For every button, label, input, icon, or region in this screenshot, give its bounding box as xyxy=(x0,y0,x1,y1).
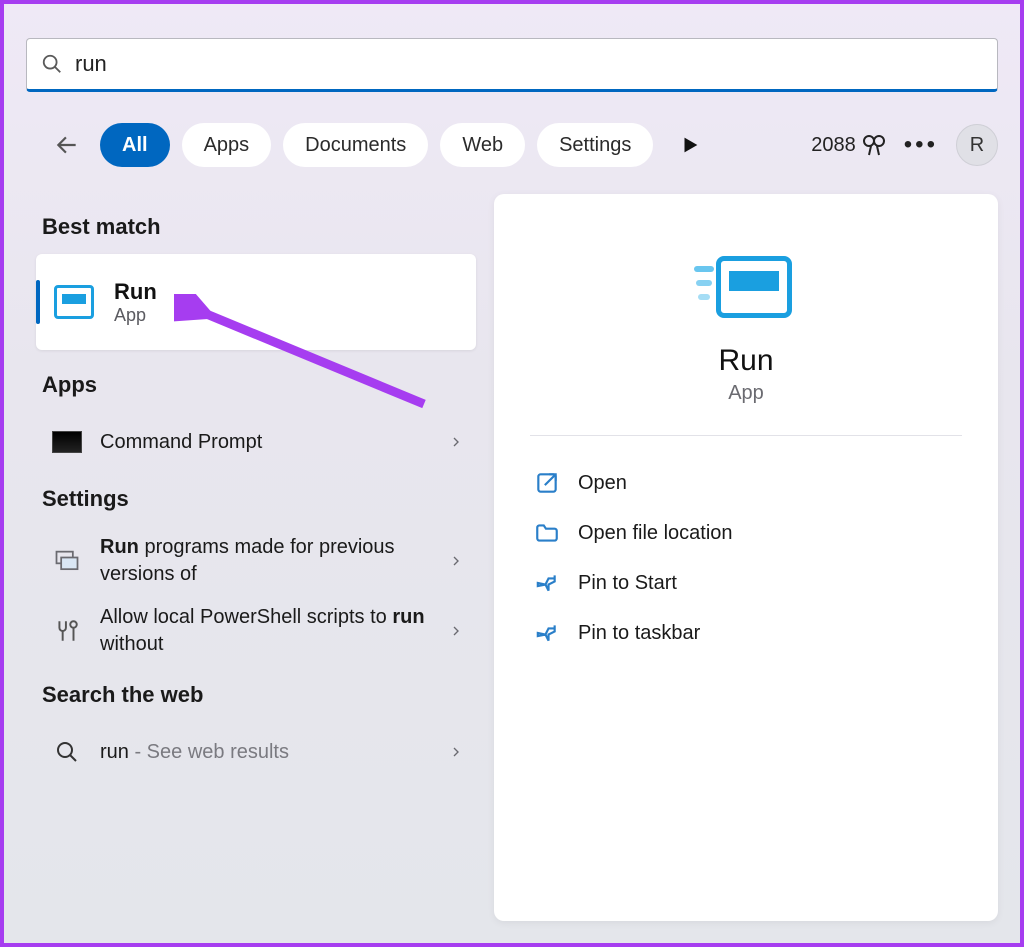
action-pin-to-start[interactable]: Pin to Start xyxy=(530,558,962,608)
app-result-label: Command Prompt xyxy=(100,429,448,456)
preview-subtitle: App xyxy=(530,382,962,405)
filter-tab-web[interactable]: Web xyxy=(440,123,525,167)
setting-result-powershell[interactable]: Allow local PowerShell scripts to run wi… xyxy=(36,596,476,666)
filter-tab-settings[interactable]: Settings xyxy=(537,123,653,167)
section-heading-apps: Apps xyxy=(42,372,476,398)
section-heading-settings: Settings xyxy=(42,486,476,512)
section-heading-web: Search the web xyxy=(42,682,476,708)
filter-tab-all[interactable]: All xyxy=(100,123,170,167)
chevron-right-icon xyxy=(448,553,464,569)
action-pin-to-taskbar[interactable]: Pin to taskbar xyxy=(530,608,962,658)
search-icon xyxy=(52,737,82,767)
chevron-right-icon xyxy=(448,744,464,760)
web-suffix: - See web results xyxy=(129,741,289,763)
action-label: Pin to taskbar xyxy=(578,622,700,645)
rewards-button[interactable]: 2088 xyxy=(811,133,886,157)
preview-pane: Run App Open Open file location Pin to S… xyxy=(494,194,998,921)
label-after: without xyxy=(100,633,163,655)
label-bold: run xyxy=(392,606,424,628)
best-match-title: Run xyxy=(114,279,157,305)
setting-result-label: Allow local PowerShell scripts to run wi… xyxy=(100,604,448,658)
command-prompt-icon xyxy=(52,431,82,453)
filter-tab-label: All xyxy=(122,134,148,157)
filter-row: All Apps Documents Web Settings 2088 •••… xyxy=(54,122,998,168)
preview-title: Run xyxy=(530,344,962,378)
best-match-text: Run App xyxy=(114,279,157,326)
action-open-file-location[interactable]: Open file location xyxy=(530,508,962,558)
run-app-icon xyxy=(54,285,94,319)
filter-tab-apps[interactable]: Apps xyxy=(182,123,272,167)
search-bar[interactable] xyxy=(26,38,998,92)
rewards-points: 2088 xyxy=(811,134,856,157)
chevron-right-icon xyxy=(448,623,464,639)
label-before: Allow local PowerShell scripts to xyxy=(100,606,392,628)
pin-icon xyxy=(534,620,560,646)
web-query: run xyxy=(100,741,129,763)
filter-tab-label: Web xyxy=(462,134,503,157)
rewards-medal-icon xyxy=(862,133,886,157)
web-result-label: run - See web results xyxy=(100,739,448,766)
action-label: Pin to Start xyxy=(578,572,677,595)
label-rest: programs made for previous versions of xyxy=(100,536,395,585)
search-input[interactable] xyxy=(75,51,983,77)
best-match-result[interactable]: Run App xyxy=(36,254,476,350)
results-column: Best match Run App Apps Command Prompt S… xyxy=(36,204,476,782)
setting-result-label: Run programs made for previous versions … xyxy=(100,534,448,588)
run-app-icon-large xyxy=(700,256,792,326)
filter-tab-documents[interactable]: Documents xyxy=(283,123,428,167)
profile-avatar[interactable]: R xyxy=(956,124,998,166)
avatar-initial: R xyxy=(970,134,984,157)
open-external-icon xyxy=(534,470,560,496)
filter-tab-label: Settings xyxy=(559,134,631,157)
action-label: Open file location xyxy=(578,522,733,545)
setting-result-compat[interactable]: Run programs made for previous versions … xyxy=(36,526,476,596)
label-bold: Run xyxy=(100,536,139,558)
filter-tab-label: Documents xyxy=(305,134,406,157)
more-filters-icon[interactable] xyxy=(679,134,701,156)
header-right-cluster: 2088 ••• R xyxy=(811,124,998,166)
web-result[interactable]: run - See web results xyxy=(36,722,476,782)
folder-icon xyxy=(534,520,560,546)
action-label: Open xyxy=(578,472,627,495)
divider xyxy=(530,435,962,436)
pin-icon xyxy=(534,570,560,596)
action-open[interactable]: Open xyxy=(530,458,962,508)
more-options-button[interactable]: ••• xyxy=(904,131,938,159)
section-heading-best-match: Best match xyxy=(42,214,476,240)
compat-icon xyxy=(52,546,82,576)
filter-tab-label: Apps xyxy=(204,134,250,157)
chevron-right-icon xyxy=(448,434,464,450)
best-match-subtitle: App xyxy=(114,305,157,326)
app-result-command-prompt[interactable]: Command Prompt xyxy=(36,412,476,472)
developer-tools-icon xyxy=(52,616,82,646)
search-icon xyxy=(41,53,63,75)
back-icon[interactable] xyxy=(54,132,80,158)
